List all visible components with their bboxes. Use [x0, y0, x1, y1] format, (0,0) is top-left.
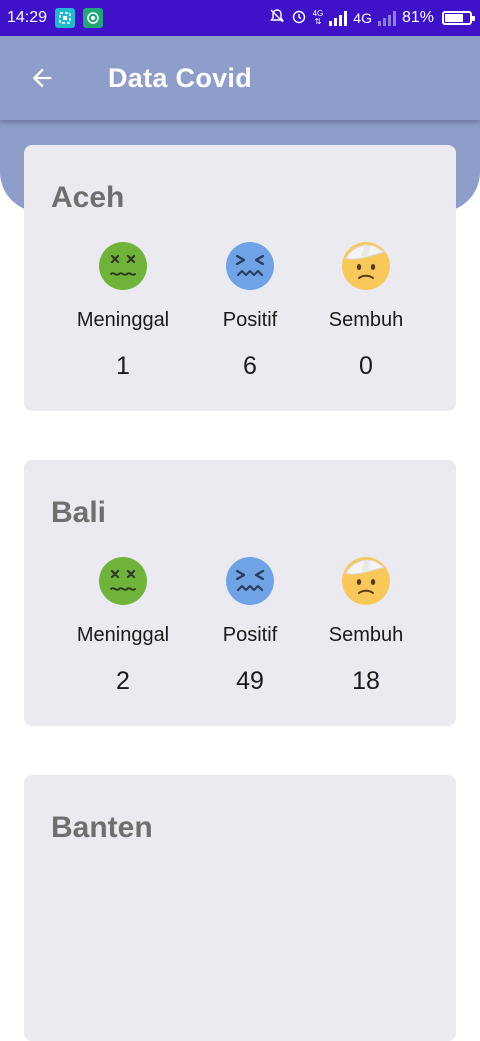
- hotspot-app-icon: [83, 8, 104, 28]
- status-bar: 14:29 4G ⇅ 4G 81%: [0, 0, 480, 36]
- stat-sembuh: Sembuh 0: [291, 241, 441, 381]
- battery-percent: 81%: [401, 9, 434, 26]
- status-time: 14:29: [7, 9, 48, 26]
- stat-value: 49: [236, 667, 264, 695]
- stat-label: Meninggal: [76, 624, 170, 646]
- stat-value: 0: [359, 352, 373, 380]
- dead-face-icon: [98, 556, 148, 611]
- sick-face-icon: [225, 556, 275, 611]
- province-card[interactable]: Bali Meninggal 2 Positif 49 Sembuh 18: [24, 460, 456, 726]
- stat-label: Positif: [222, 624, 278, 646]
- alarm-icon: [291, 8, 307, 29]
- province-name: Bali: [51, 496, 107, 529]
- stat-sembuh: Sembuh 18: [291, 556, 441, 696]
- stat-label: Sembuh: [328, 624, 404, 646]
- signal-strength-icon: [329, 10, 348, 26]
- province-card[interactable]: Banten: [24, 775, 456, 1041]
- battery-icon: [442, 11, 475, 25]
- mute-icon: [269, 8, 285, 29]
- stat-label: Meninggal: [76, 309, 170, 331]
- stat-value: 18: [352, 667, 380, 695]
- page-title: Data Covid: [108, 62, 253, 93]
- stat-value: 1: [116, 352, 130, 380]
- app-bar: Data Covid: [0, 36, 480, 120]
- back-button[interactable]: [18, 54, 66, 102]
- stat-value: 6: [243, 352, 257, 380]
- signal-strength-secondary-icon: [377, 10, 396, 26]
- network-type: 4G: [353, 10, 372, 26]
- arrow-left-icon: [32, 68, 52, 88]
- province-name: Aceh: [51, 181, 125, 214]
- bandaged-face-icon: [341, 556, 391, 611]
- data-activity-indicator: 4G ⇅: [312, 9, 324, 26]
- screenshot-app-icon: [55, 8, 76, 28]
- stat-label: Positif: [222, 309, 278, 331]
- sick-face-icon: [225, 241, 275, 296]
- province-card[interactable]: Aceh Meninggal 1 Positif 6 Sembuh 0: [24, 145, 456, 411]
- dead-face-icon: [98, 241, 148, 296]
- stat-label: Sembuh: [328, 309, 404, 331]
- province-name: Banten: [51, 811, 153, 844]
- stat-value: 2: [116, 667, 130, 695]
- bandaged-face-icon: [341, 241, 391, 296]
